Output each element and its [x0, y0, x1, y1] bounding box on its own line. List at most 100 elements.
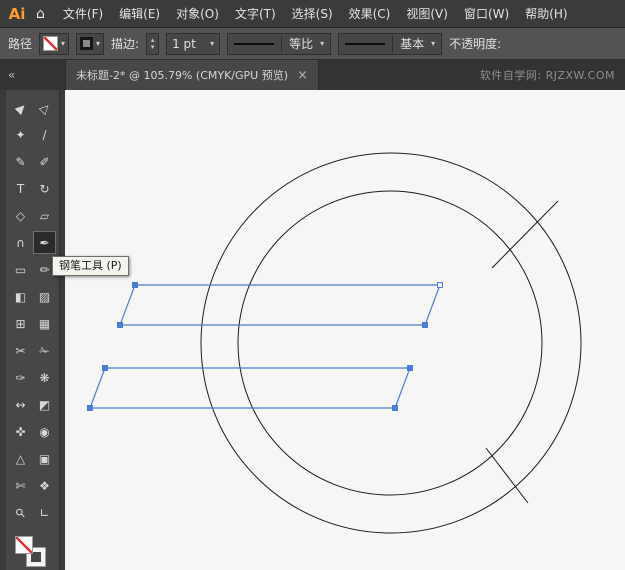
blend-tool-icon: ◉ — [39, 424, 50, 439]
artboard-canvas[interactable] — [65, 90, 625, 570]
parallelogram-1-anchor-2[interactable] — [437, 282, 443, 288]
curvature-tool[interactable]: ∩ — [9, 231, 32, 254]
selection-tool-icon: ▶ — [12, 99, 29, 116]
stroke-weight-text: 1 pt — [172, 36, 196, 51]
gradient-tool[interactable]: ▨ — [33, 285, 56, 308]
knife-tool[interactable]: ✁ — [33, 339, 56, 362]
width-tool[interactable]: ↔ — [9, 393, 32, 416]
eyedropper-tool[interactable]: ✜ — [9, 420, 32, 443]
parallelogram-2-anchor-1[interactable] — [102, 365, 108, 371]
fill-stroke-widget — [15, 536, 55, 570]
stroke-weight-value[interactable]: 1 pt ▾ — [166, 32, 221, 55]
symbol-sprayer-tool-icon: ❋ — [39, 370, 50, 385]
scissors-tool-icon: ✂ — [15, 343, 26, 358]
selection-tool[interactable]: ▶ — [9, 96, 32, 119]
blob-brush-tool[interactable]: ✑ — [9, 366, 32, 389]
menu-effect[interactable]: 效果(C) — [341, 0, 399, 28]
scale-tool-icon: ▱ — [39, 208, 50, 223]
hand-tool[interactable]: ❖ — [33, 474, 56, 497]
slice-tool[interactable]: ✄ — [9, 474, 32, 497]
rectangle-tool[interactable]: ▭ — [9, 258, 32, 281]
rectangle-tool-icon: ▭ — [14, 262, 27, 277]
measure-tool[interactable]: ∟ — [33, 501, 56, 524]
gradient-tool-icon: ▨ — [38, 289, 51, 304]
chevron-down-icon: ▾ — [320, 39, 325, 48]
free-transform-tool-icon: ◩ — [38, 397, 51, 412]
parallelogram-1-anchor-3[interactable] — [422, 322, 428, 328]
type-tool[interactable]: T — [9, 177, 32, 200]
home-icon[interactable]: ⌂ — [36, 6, 45, 22]
scale-tool[interactable]: ▱ — [33, 204, 56, 227]
divider — [281, 35, 283, 52]
chevron-down-icon: ▾ — [61, 39, 66, 48]
mesh-tool[interactable]: ▦ — [33, 312, 56, 335]
chevron-down-icon: ▾ — [96, 39, 101, 48]
close-tab-icon[interactable]: × — [297, 68, 308, 83]
parallelogram-2-anchor-2[interactable] — [407, 365, 413, 371]
width-profile-dropdown[interactable]: 等比 ▾ — [227, 32, 332, 55]
watermark-text: 软件自学网: RJZXW.COM — [479, 69, 615, 82]
parallelogram-2-anchor-4[interactable] — [87, 405, 93, 411]
stroke-color-picker[interactable]: ▾ — [76, 32, 105, 55]
workspace: ▶ ▷ ✦ ∕ ✎ ✐ T ↻ ◇ ▱ ∩ ✒ ▭ ✏ ◧ ▨ ⊞ ▦ ✂ ✁ ✑ ❋ ↔ ◩ ✜ ◉ △ ▣ ✄ ❖ ⚲ ∟ — [0, 90, 625, 570]
scissors-tool[interactable]: ✂ — [9, 339, 32, 362]
menu-window[interactable]: 窗口(W) — [456, 0, 517, 28]
fill-swatch[interactable] — [15, 536, 33, 554]
tick-lower-right[interactable] — [485, 447, 529, 504]
menu-select[interactable]: 选择(S) — [284, 0, 341, 28]
line-segment-tool[interactable]: ∕ — [33, 123, 56, 146]
inner-circle[interactable] — [237, 190, 543, 496]
zoom-tool[interactable]: ⚲ — [9, 501, 32, 524]
parallelogram-1[interactable] — [119, 284, 441, 326]
app-logo[interactable]: Ai — [0, 5, 34, 23]
menu-file[interactable]: 文件(F) — [55, 0, 111, 28]
brush-definition-value: 基本 — [400, 37, 425, 51]
menu-view[interactable]: 视图(V) — [398, 0, 456, 28]
perspective-grid-tool-icon: △ — [15, 451, 26, 466]
paintbrush-tool-icon: ✎ — [15, 154, 26, 169]
fill-color-picker[interactable]: ▾ — [39, 32, 70, 55]
outer-circle[interactable] — [200, 152, 582, 534]
magic-wand-tool[interactable]: ✦ — [9, 123, 32, 146]
width-tool-icon: ↔ — [15, 397, 26, 412]
free-transform-tool[interactable]: ◩ — [33, 393, 56, 416]
column-graph-tool-icon: ⊞ — [15, 316, 26, 331]
column-graph-tool[interactable]: ⊞ — [9, 312, 32, 335]
parallelogram-1-anchor-1[interactable] — [132, 282, 138, 288]
stroke-weight-label: 描边: — [111, 37, 140, 51]
opacity-label: 不透明度: — [449, 37, 502, 51]
slice-tool-icon: ✄ — [15, 478, 26, 493]
magic-wand-tool-icon: ✦ — [15, 127, 26, 142]
symbol-sprayer-tool[interactable]: ❋ — [33, 366, 56, 389]
perspective-grid-tool[interactable]: △ — [9, 447, 32, 470]
pen-tool[interactable]: ✒ — [33, 231, 56, 254]
stroke-weight-stepper[interactable]: ▴ ▾ — [146, 32, 160, 55]
shape-builder-tool[interactable]: ◧ — [9, 285, 32, 308]
stepper-down-icon: ▾ — [150, 42, 155, 51]
width-profile-value: 等比 — [289, 37, 314, 51]
rotate-tool[interactable]: ↻ — [33, 177, 56, 200]
artboard-tool-icon: ▣ — [38, 451, 51, 466]
document-tab[interactable]: 未标题-2* @ 105.79% (CMYK/GPU 预览) × — [65, 60, 319, 90]
brush-definition-dropdown[interactable]: 基本 ▾ — [338, 32, 443, 55]
menu-edit[interactable]: 编辑(E) — [111, 0, 168, 28]
menu-object[interactable]: 对象(O) — [168, 0, 227, 28]
blob-brush-tool-icon: ✑ — [15, 370, 26, 385]
menu-items: 文件(F) 编辑(E) 对象(O) 文字(T) 选择(S) 效果(C) 视图(V) 窗口(W)… — [55, 0, 576, 28]
collapse-panel-icon[interactable]: « — [8, 68, 15, 82]
tools-panel: ▶ ▷ ✦ ∕ ✎ ✐ T ↻ ◇ ▱ ∩ ✒ ▭ ✏ ◧ ▨ ⊞ ▦ ✂ ✁ ✑ ❋ ↔ ◩ ✜ ◉ △ ▣ ✄ ❖ ⚲ ∟ — [6, 90, 60, 570]
artboard-tool[interactable]: ▣ — [33, 447, 56, 470]
tools-dock: ▶ ▷ ✦ ∕ ✎ ✐ T ↻ ◇ ▱ ∩ ✒ ▭ ✏ ◧ ▨ ⊞ ▦ ✂ ✁ ✑ ❋ ↔ ◩ ✜ ◉ △ ▣ ✄ ❖ ⚲ ∟ — [0, 90, 65, 570]
blend-tool[interactable]: ◉ — [33, 420, 56, 443]
direct-selection-tool-icon: ▷ — [36, 99, 53, 116]
parallelogram-1-anchor-4[interactable] — [117, 322, 123, 328]
tick-upper-right[interactable] — [491, 200, 559, 269]
menu-type[interactable]: 文字(T) — [227, 0, 284, 28]
parallelogram-2-anchor-3[interactable] — [392, 405, 398, 411]
direct-selection-tool[interactable]: ▷ — [33, 96, 56, 119]
line-segment-tool-icon: ∕ — [42, 127, 47, 142]
menu-help[interactable]: 帮助(H) — [517, 0, 575, 28]
eraser-tool[interactable]: ◇ — [9, 204, 32, 227]
paintbrush-tool[interactable]: ✎ — [9, 150, 32, 173]
shaper-tool[interactable]: ✐ — [33, 150, 56, 173]
